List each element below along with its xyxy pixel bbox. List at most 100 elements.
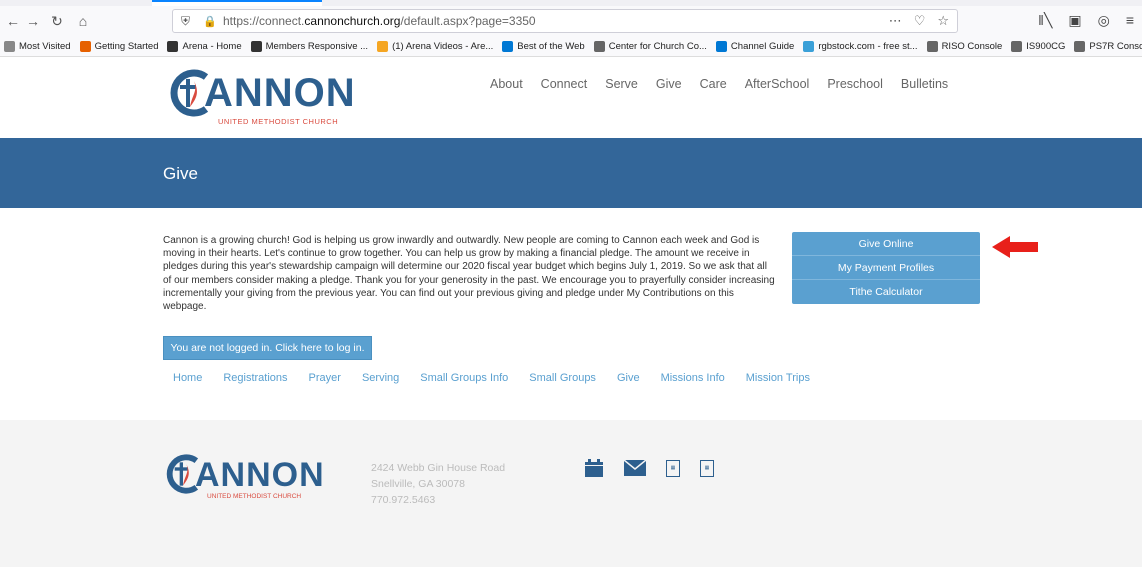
bookmark-label: Center for Church Co... bbox=[608, 41, 707, 52]
url-prefix: https://connect. bbox=[223, 14, 305, 28]
subnav-link-missions-info[interactable]: Missions Info bbox=[661, 372, 725, 384]
bookmark-label: (1) Arena Videos - Are... bbox=[392, 41, 494, 52]
nav-item-afterschool[interactable]: AfterSchool bbox=[745, 77, 810, 91]
calendar-icon[interactable] bbox=[584, 458, 604, 478]
bookmark-favicon-icon bbox=[926, 41, 938, 52]
envelope-icon[interactable] bbox=[624, 460, 646, 476]
footer-logo-wordmark: ANNON bbox=[195, 456, 325, 494]
bookmark-item[interactable]: Most Visited bbox=[4, 41, 71, 52]
nav-item-bulletins[interactable]: Bulletins bbox=[901, 77, 948, 91]
subnav-link-registrations[interactable]: Registrations bbox=[223, 372, 287, 384]
bookmark-label: PS7R Console bbox=[1089, 41, 1142, 52]
bookmark-favicon-icon bbox=[1011, 41, 1023, 52]
bookmark-favicon-icon bbox=[4, 41, 15, 52]
give-online-button[interactable]: Give Online bbox=[792, 232, 980, 256]
bookmark-item[interactable]: Best of the Web bbox=[502, 41, 585, 52]
subnav-link-prayer[interactable]: Prayer bbox=[309, 372, 341, 384]
address-line-2: Snellville, GA 30078 bbox=[371, 478, 465, 490]
bookmark-item[interactable]: Center for Church Co... bbox=[593, 41, 707, 52]
library-icon[interactable]: ‖╲ bbox=[1038, 12, 1052, 29]
nav-item-connect[interactable]: Connect bbox=[541, 77, 588, 91]
page-title: Give bbox=[163, 164, 198, 183]
bookmark-label: Channel Guide bbox=[730, 41, 795, 52]
url-path: /default.aspx?page=3350 bbox=[400, 14, 536, 28]
footer-logo-subtitle: UNITED METHODIST CHURCH bbox=[207, 493, 302, 500]
url-bar[interactable]: ⛨ 🔒 https://connect.cannonchurch.org/def… bbox=[172, 9, 958, 33]
bookmark-item[interactable]: IS900CG bbox=[1011, 41, 1065, 52]
bookmark-item[interactable]: Getting Started bbox=[79, 41, 159, 52]
menu-icon[interactable]: ≡ bbox=[1126, 12, 1134, 29]
bookmark-label: Members Responsive ... bbox=[265, 41, 369, 52]
bookmark-label: Getting Started bbox=[94, 41, 159, 52]
bookmark-item[interactable]: Arena - Home bbox=[167, 41, 242, 52]
qr-code-icon[interactable]: ▦ bbox=[666, 459, 680, 477]
bookmark-item[interactable]: PS7R Console bbox=[1074, 41, 1142, 52]
page-banner: Give bbox=[0, 138, 1142, 208]
bookmark-item[interactable]: (1) Arena Videos - Are... bbox=[377, 41, 493, 52]
logo-wordmark: ANNON bbox=[204, 71, 356, 115]
subnav-link-small-groups[interactable]: Small Groups bbox=[529, 372, 596, 384]
logo-subtitle: UNITED METHODIST CHURCH bbox=[218, 117, 339, 126]
bookmark-star-icon[interactable]: ☆ bbox=[937, 13, 949, 29]
bookmark-label: IS900CG bbox=[1026, 41, 1066, 52]
browser-navbar: ← → ↻ ⌂ ⛨ 🔒 https://connect.cannonchurch… bbox=[0, 6, 1142, 37]
lock-icon[interactable]: 🔒 bbox=[203, 15, 217, 28]
qr-code-icon-2[interactable]: ▦ bbox=[700, 459, 714, 477]
nav-item-about[interactable]: About bbox=[490, 77, 523, 91]
nav-item-give[interactable]: Give bbox=[656, 77, 682, 91]
footer-icons: ▦ ▦ bbox=[584, 458, 714, 478]
bookmark-favicon-icon bbox=[803, 41, 815, 52]
reload-icon[interactable]: ↻ bbox=[48, 12, 66, 30]
subnav-link-mission-trips[interactable]: Mission Trips bbox=[746, 372, 810, 384]
url-text[interactable]: https://connect.cannonchurch.org/default… bbox=[223, 14, 536, 28]
bookmark-label: Best of the Web bbox=[517, 41, 585, 52]
bookmark-item[interactable]: Channel Guide bbox=[715, 41, 795, 52]
bookmark-label: Arena - Home bbox=[182, 41, 242, 52]
sub-nav: Home Registrations Prayer Serving Small Grou… bbox=[173, 372, 810, 384]
home-icon[interactable]: ⌂ bbox=[74, 12, 92, 30]
nav-item-serve[interactable]: Serve bbox=[605, 77, 638, 91]
footer-address: 2424 Webb Gin House Road Snellville, GA … bbox=[371, 460, 505, 508]
bookmark-favicon-icon bbox=[377, 41, 389, 52]
bookmark-label: RISO Console bbox=[941, 41, 1003, 52]
bookmark-favicon-icon bbox=[250, 41, 262, 52]
login-button[interactable]: You are not logged in. Click here to log… bbox=[163, 336, 372, 360]
give-panel: Give Online My Payment Profiles Tithe Calc… bbox=[792, 232, 980, 304]
nav-item-preschool[interactable]: Preschool bbox=[827, 77, 883, 91]
bookmark-favicon-icon bbox=[502, 41, 514, 52]
page-actions-icon[interactable]: ⋯ bbox=[889, 13, 902, 29]
forward-icon[interactable]: → bbox=[24, 12, 42, 30]
back-icon[interactable]: ← bbox=[4, 12, 22, 30]
main-content: Cannon is a growing church! God is helpi… bbox=[0, 208, 1142, 420]
tithe-calculator-button[interactable]: Tithe Calculator bbox=[792, 280, 980, 304]
subnav-link-serving[interactable]: Serving bbox=[362, 372, 399, 384]
pocket-icon[interactable]: ♡ bbox=[914, 13, 926, 29]
bookmark-item[interactable]: rgbstock.com - free st... bbox=[803, 41, 918, 52]
bookmarks-toolbar: Most Visited Getting Started Arena - Home M… bbox=[0, 37, 1142, 57]
url-domain: cannonchurch.org bbox=[304, 14, 401, 28]
nav-item-care[interactable]: Care bbox=[700, 77, 727, 91]
bookmark-favicon-icon bbox=[593, 41, 605, 52]
bookmark-favicon-icon bbox=[715, 41, 727, 52]
subnav-link-give[interactable]: Give bbox=[617, 372, 640, 384]
address-line-1: 2424 Webb Gin House Road bbox=[371, 462, 506, 474]
bookmark-label: Most Visited bbox=[19, 41, 71, 52]
tracking-shield-icon[interactable]: ⛨ bbox=[181, 14, 195, 29]
phone-number[interactable]: 770.972.5463 bbox=[371, 492, 505, 508]
main-nav: About Connect Serve Give Care AfterSchool Pres… bbox=[490, 77, 948, 91]
bookmark-favicon-icon bbox=[167, 41, 179, 52]
site-footer: ANNON UNITED METHODIST CHURCH 2424 Webb … bbox=[0, 420, 1142, 567]
account-icon[interactable]: ◎ bbox=[1098, 12, 1110, 29]
sidebar-icon[interactable]: ▣ bbox=[1068, 12, 1081, 29]
intro-text: Cannon is a growing church! God is helpi… bbox=[163, 235, 775, 313]
site-header: ANNON UNITED METHODIST CHURCH About Conne… bbox=[0, 57, 1142, 138]
red-arrow-icon bbox=[992, 236, 1038, 258]
my-payment-profiles-button[interactable]: My Payment Profiles bbox=[792, 256, 980, 280]
bookmark-item[interactable]: RISO Console bbox=[926, 41, 1003, 52]
subnav-link-home[interactable]: Home bbox=[173, 372, 202, 384]
footer-logo[interactable]: ANNON UNITED METHODIST CHURCH bbox=[163, 454, 324, 500]
bookmark-favicon-icon bbox=[79, 41, 91, 52]
subnav-link-small-groups-info[interactable]: Small Groups Info bbox=[420, 372, 508, 384]
bookmark-item[interactable]: Members Responsive ... bbox=[250, 41, 369, 52]
cannon-logo[interactable]: ANNON UNITED METHODIST CHURCH bbox=[166, 69, 355, 126]
